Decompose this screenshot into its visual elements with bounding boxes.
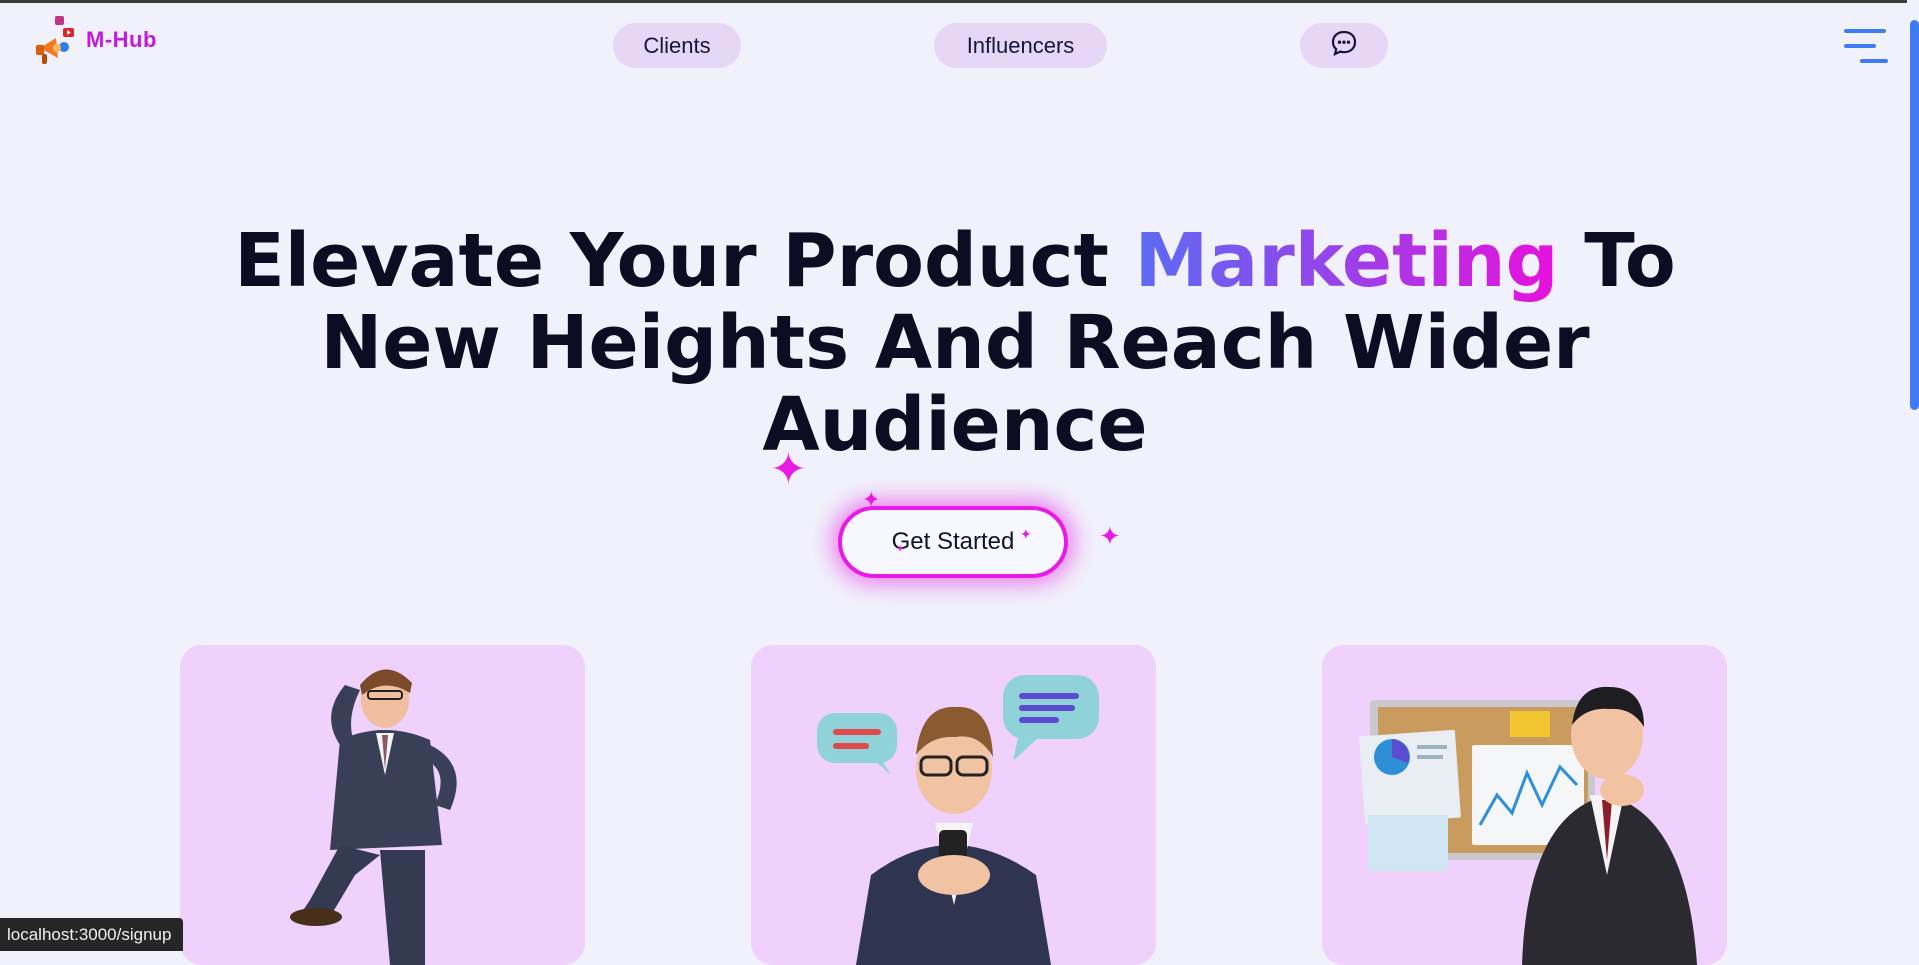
hero-title-highlight: Marketing: [1134, 218, 1559, 304]
hero-title-part1: Elevate Your Product: [234, 218, 1135, 304]
feature-card: [180, 645, 585, 965]
status-bar-url: localhost:3000/signup: [0, 918, 184, 951]
hamburger-menu-icon[interactable]: [1844, 27, 1888, 65]
sparkle-icon: ✦: [896, 544, 905, 555]
nav-clients-button[interactable]: Clients: [613, 23, 741, 68]
page-scrollbar[interactable]: [1907, 0, 1919, 951]
feature-card: [1322, 645, 1727, 965]
window-top-border: [0, 0, 1919, 3]
sparkle-icon: ✦: [1020, 527, 1032, 543]
brand-name: M-Hub: [86, 27, 157, 52]
chat-button[interactable]: [1300, 23, 1388, 68]
businessman-looking-ahead-illustration: [290, 669, 457, 965]
businessman-thinking-with-charts-board-illustration: [1359, 686, 1697, 965]
scrollbar-thumb[interactable]: [1910, 20, 1919, 410]
sparkle-icon: ✦: [1099, 522, 1121, 552]
get-started-button[interactable]: Get Started: [838, 506, 1068, 578]
hero-headline: Elevate Your Product Marketing To New He…: [160, 220, 1750, 466]
sparkle-icon: ✦: [770, 444, 807, 495]
megaphone-logo-icon: [34, 14, 80, 66]
nav-influencers-button[interactable]: Influencers: [934, 23, 1107, 68]
feature-card: [751, 645, 1156, 965]
brand-logo[interactable]: M-Hub: [34, 14, 157, 66]
chat-bubble-icon: [1330, 29, 1358, 63]
businessman-texting-with-chat-bubbles-illustration: [817, 675, 1099, 965]
